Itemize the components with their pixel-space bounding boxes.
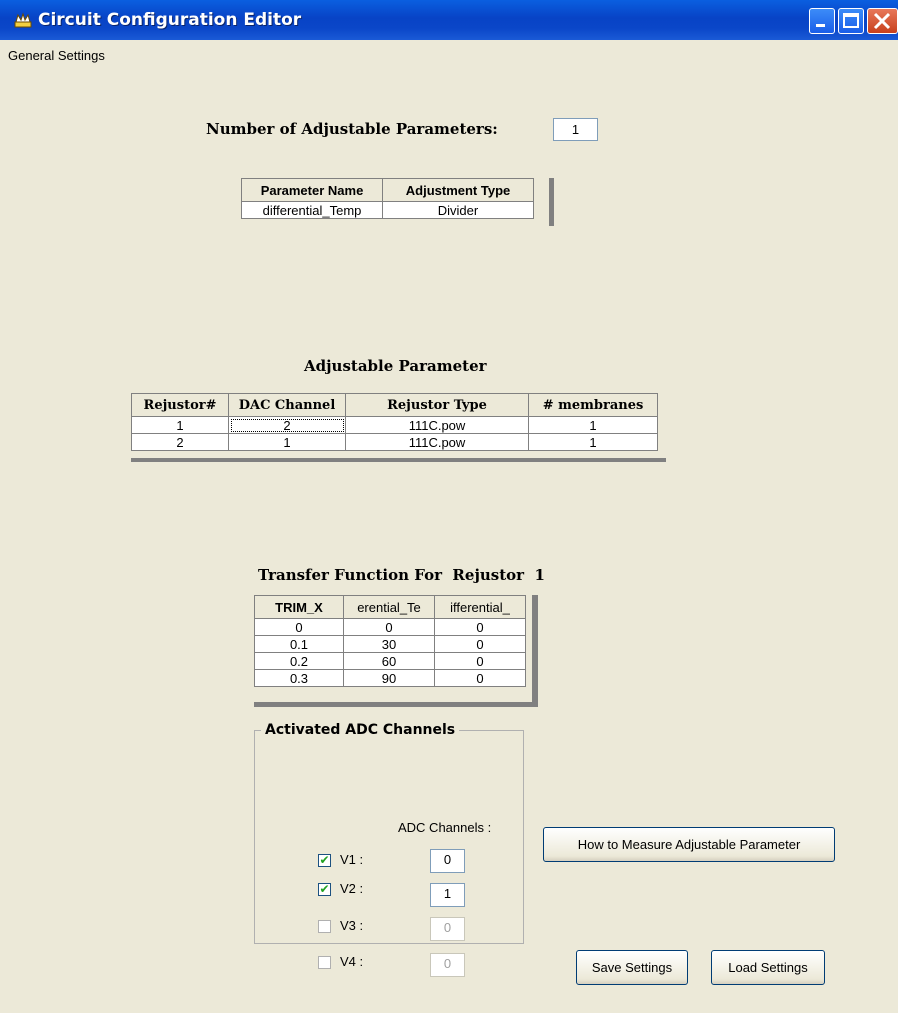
close-icon (873, 12, 891, 30)
adc-channels-header: ADC Channels : (398, 820, 492, 835)
table-row[interactable]: 0.2 60 0 (254, 652, 526, 670)
table-bottom-edge (254, 702, 538, 707)
cell[interactable]: 60 (343, 652, 435, 670)
cell[interactable]: 0 (434, 652, 526, 670)
col-parameter-name[interactable]: Parameter Name (241, 178, 383, 202)
adc-group-legend: Activated ADC Channels (265, 722, 456, 738)
how-to-measure-button[interactable]: How to Measure Adjustable Parameter (543, 827, 835, 862)
col-rejustor-type[interactable]: Rejustor Type (345, 393, 529, 417)
table-row[interactable]: 0.1 30 0 (254, 635, 526, 653)
transfer-function-title: Transfer Function For Rejustor 1 (258, 566, 545, 584)
cell[interactable]: 0.1 (254, 635, 344, 653)
table-row[interactable]: 1 2 111C.pow 1 (131, 416, 658, 434)
minimize-icon (816, 24, 825, 27)
num-params-input[interactable]: 1 (553, 118, 598, 141)
cell[interactable]: 0 (434, 635, 526, 653)
col-trim-x[interactable]: TRIM_X (254, 595, 344, 619)
col-dac-channel[interactable]: DAC Channel (228, 393, 346, 417)
maximize-icon (843, 13, 859, 28)
menu-general-settings[interactable]: General Settings (8, 48, 105, 63)
col-adjustment-type[interactable]: Adjustment Type (382, 178, 534, 202)
cell[interactable]: 111C.pow (345, 416, 529, 434)
adjustable-parameter-title: Adjustable Parameter (304, 357, 487, 375)
col-differential-temp-2[interactable]: ifferential_ (434, 595, 526, 619)
v3-checkbox[interactable] (318, 920, 331, 933)
cell[interactable]: 0 (434, 618, 526, 636)
save-settings-button[interactable]: Save Settings (576, 950, 688, 985)
table-row[interactable]: 2 1 111C.pow 1 (131, 433, 658, 451)
window-title: Circuit Configuration Editor (38, 10, 302, 30)
cell[interactable]: 0 (254, 618, 344, 636)
table-row[interactable]: 0 0 0 (254, 618, 526, 636)
v3-label: V3 : (340, 918, 364, 933)
v2-channel-input[interactable]: 1 (430, 883, 465, 907)
cell[interactable]: 1 (228, 433, 346, 451)
minimize-button[interactable] (809, 8, 835, 34)
table-bottom-edge (131, 458, 666, 462)
v1-channel-input[interactable]: 0 (430, 849, 465, 873)
cell[interactable]: 30 (343, 635, 435, 653)
cell[interactable]: Divider (382, 201, 534, 219)
cell[interactable]: 111C.pow (345, 433, 529, 451)
col-differential-temp-1[interactable]: erential_Te (343, 595, 435, 619)
num-params-label: Number of Adjustable Parameters: (206, 120, 498, 138)
v2-label: V2 : (340, 881, 364, 896)
cell[interactable]: 0 (434, 669, 526, 687)
v4-label: V4 : (340, 954, 364, 969)
table-row[interactable]: differential_Temp Divider (241, 201, 534, 219)
col-membranes[interactable]: # membranes (528, 393, 658, 417)
v2-checkbox[interactable]: ✔ (318, 883, 331, 896)
v1-label: V1 : (340, 852, 364, 867)
cell[interactable]: 0.2 (254, 652, 344, 670)
cell[interactable]: 1 (528, 416, 658, 434)
table-scroll-edge (532, 595, 538, 707)
v4-channel-input[interactable]: 0 (430, 953, 465, 977)
cell[interactable]: 2 (131, 433, 229, 451)
v1-checkbox[interactable]: ✔ (318, 854, 331, 867)
cell[interactable]: 90 (343, 669, 435, 687)
menu-bar: General Settings (0, 40, 898, 68)
cell[interactable]: 1 (528, 433, 658, 451)
v4-checkbox[interactable] (318, 956, 331, 969)
cell-selected[interactable]: 2 (228, 416, 346, 434)
cell[interactable]: 0.3 (254, 669, 344, 687)
close-button[interactable] (867, 8, 898, 34)
col-rejustor-num[interactable]: Rejustor# (131, 393, 229, 417)
maximize-button[interactable] (838, 8, 864, 34)
table-scroll-edge (549, 178, 554, 226)
title-bar: Circuit Configuration Editor (0, 0, 898, 40)
cell[interactable]: differential_Temp (241, 201, 383, 219)
v3-channel-input[interactable]: 0 (430, 917, 465, 941)
cell[interactable]: 0 (343, 618, 435, 636)
transfer-function-table: TRIM_X erential_Te ifferential_ 0 0 0 0.… (254, 595, 526, 687)
parameter-table: Parameter Name Adjustment Type different… (241, 178, 534, 219)
adjustable-parameter-table: Rejustor# DAC Channel Rejustor Type # me… (131, 393, 658, 451)
cell[interactable]: 1 (131, 416, 229, 434)
crown-app-icon (14, 12, 32, 28)
table-row[interactable]: 0.3 90 0 (254, 669, 526, 687)
load-settings-button[interactable]: Load Settings (711, 950, 825, 985)
